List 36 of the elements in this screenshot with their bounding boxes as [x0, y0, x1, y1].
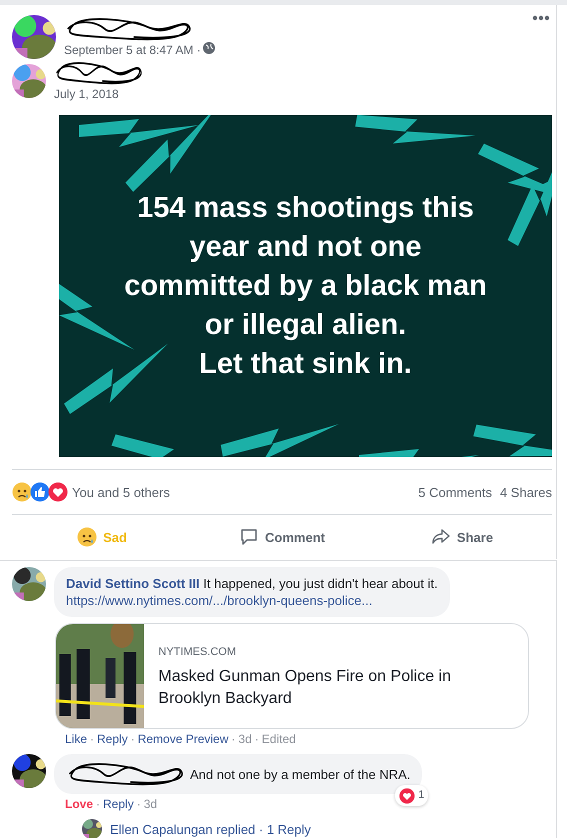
reaction-count[interactable]: 1 — [395, 785, 428, 806]
comment-text: And not one by a member of the NRA. — [190, 766, 410, 782]
reaction-summary[interactable]: You and 5 others — [72, 484, 170, 500]
comment-meta: 3d — [238, 732, 252, 746]
globe-icon — [202, 42, 215, 54]
separator-dot: · — [231, 732, 236, 746]
comment-meta: Edited — [262, 732, 296, 746]
share-count[interactable]: 4 Shares — [500, 484, 552, 500]
preview-title: Masked Gunman Opens Fire on Police in Brooklyn Backyard — [158, 667, 452, 709]
comment-action-link[interactable]: Love — [65, 797, 94, 811]
separator-dot: · — [136, 797, 141, 811]
separator-dot: · — [90, 732, 94, 746]
comment-meta: 3d — [144, 797, 158, 811]
comment-action-link[interactable]: Like — [65, 732, 88, 746]
speech-bubble-icon — [239, 527, 260, 547]
comment-action-link[interactable]: Reply — [103, 797, 134, 811]
comment-button[interactable]: Comment — [192, 515, 372, 559]
more-options-icon[interactable] — [532, 15, 550, 21]
preview-source: NYTIMES.COM — [158, 646, 238, 658]
sad-emoji-icon — [77, 527, 98, 547]
share-button[interactable]: Share — [372, 515, 552, 559]
comment-link[interactable]: https://www.nytimes.com/.../brooklyn-queens-police... — [66, 592, 438, 609]
post-time[interactable]: September 5 at 8:47 AM · — [64, 43, 201, 57]
link-preview[interactable]: NYTIMES.COM Masked Gunman Opens Fire on Police in Brooklyn Backyard — [55, 623, 529, 729]
comment-text: David Settino Scott III It happened, you just didn't hear about it. — [66, 576, 438, 591]
comment-count[interactable]: 5 Comments — [418, 484, 492, 500]
shared-date[interactable]: July 1, 2018 — [54, 87, 144, 101]
image-caption: 154 mass shootings this year and not one committed by a black man or illegal alien. Let that sink in. — [124, 190, 487, 382]
sad-emoji-icon — [12, 482, 32, 502]
comment-action-link[interactable]: Remove Preview — [138, 732, 228, 746]
separator-dot: · — [96, 797, 100, 811]
reply-link[interactable]: Ellen Capalungan replied · 1 Reply — [110, 822, 311, 836]
thumbs-up-icon — [30, 482, 50, 502]
separator-dot: · — [254, 732, 259, 746]
separator-dot: · — [130, 732, 135, 746]
comment-action-link[interactable]: Reply — [97, 732, 128, 746]
